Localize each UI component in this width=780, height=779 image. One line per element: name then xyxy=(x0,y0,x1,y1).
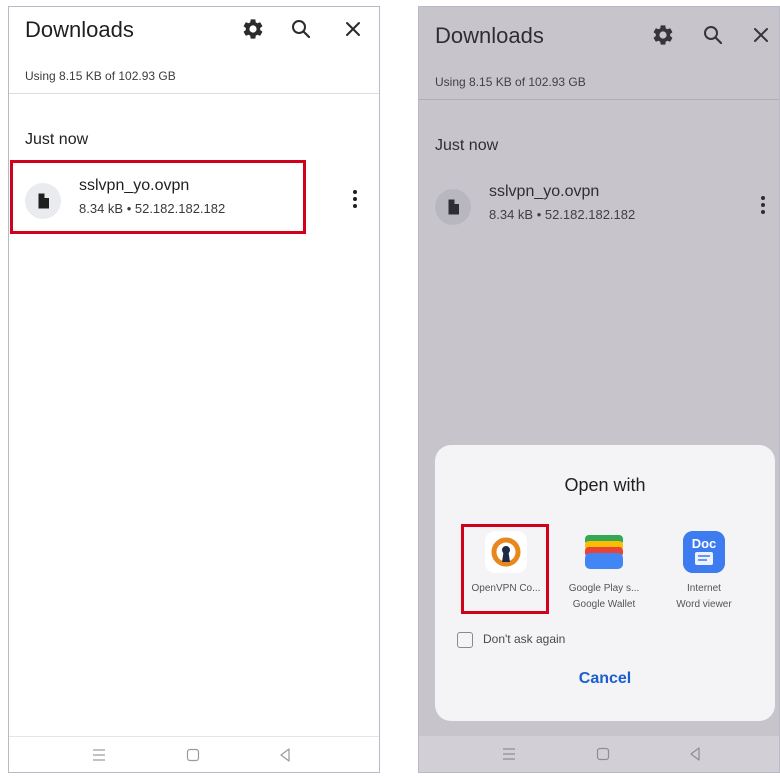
downloads-screen: Downloads Using 8.15 KB of 102.93 GB Jus… xyxy=(8,6,380,773)
nav-home-icon[interactable] xyxy=(593,744,613,764)
divider xyxy=(9,93,379,94)
app-label: Internet xyxy=(687,583,721,594)
search-icon[interactable] xyxy=(289,17,313,41)
app-bar: Downloads xyxy=(9,7,379,53)
section-header: Just now xyxy=(25,131,89,148)
dont-ask-again-checkbox[interactable] xyxy=(457,632,473,648)
close-icon[interactable] xyxy=(341,17,365,41)
doc-icon-text: Doc xyxy=(692,536,717,551)
app-sublabel: Word viewer xyxy=(676,599,732,610)
gear-icon[interactable] xyxy=(241,17,265,41)
doc-icon: Doc xyxy=(683,531,725,573)
more-vert-icon[interactable] xyxy=(343,187,367,211)
system-nav-bar xyxy=(9,736,379,772)
app-label: Google Play s... xyxy=(568,583,640,594)
page-title: Downloads xyxy=(25,17,134,42)
nav-home-icon[interactable] xyxy=(183,745,203,765)
dialog-title: Open with xyxy=(564,475,646,495)
nav-recents-icon[interactable] xyxy=(499,744,519,764)
google-wallet-icon xyxy=(583,531,625,573)
nav-recents-icon[interactable] xyxy=(89,745,109,765)
nav-back-icon[interactable] xyxy=(275,745,295,765)
app-sublabel: Google Wallet xyxy=(572,599,636,610)
dont-ask-again-row[interactable]: Don't ask again xyxy=(457,631,657,651)
system-nav-bar xyxy=(419,736,779,772)
highlight-box xyxy=(10,160,306,234)
cancel-button[interactable]: Cancel xyxy=(555,665,655,693)
downloads-screen-dialog: Downloads Using 8.15 KB of 102.93 GB Jus… xyxy=(418,6,780,773)
dont-ask-again-label: Don't ask again xyxy=(483,632,566,646)
app-option-google-wallet[interactable]: Google Play s... Google Wallet xyxy=(559,531,649,611)
nav-back-icon[interactable] xyxy=(685,744,705,764)
storage-usage: Using 8.15 KB of 102.93 GB xyxy=(25,69,176,83)
app-option-word-viewer[interactable]: Doc Internet Word viewer xyxy=(659,531,749,611)
highlight-box xyxy=(461,524,549,614)
